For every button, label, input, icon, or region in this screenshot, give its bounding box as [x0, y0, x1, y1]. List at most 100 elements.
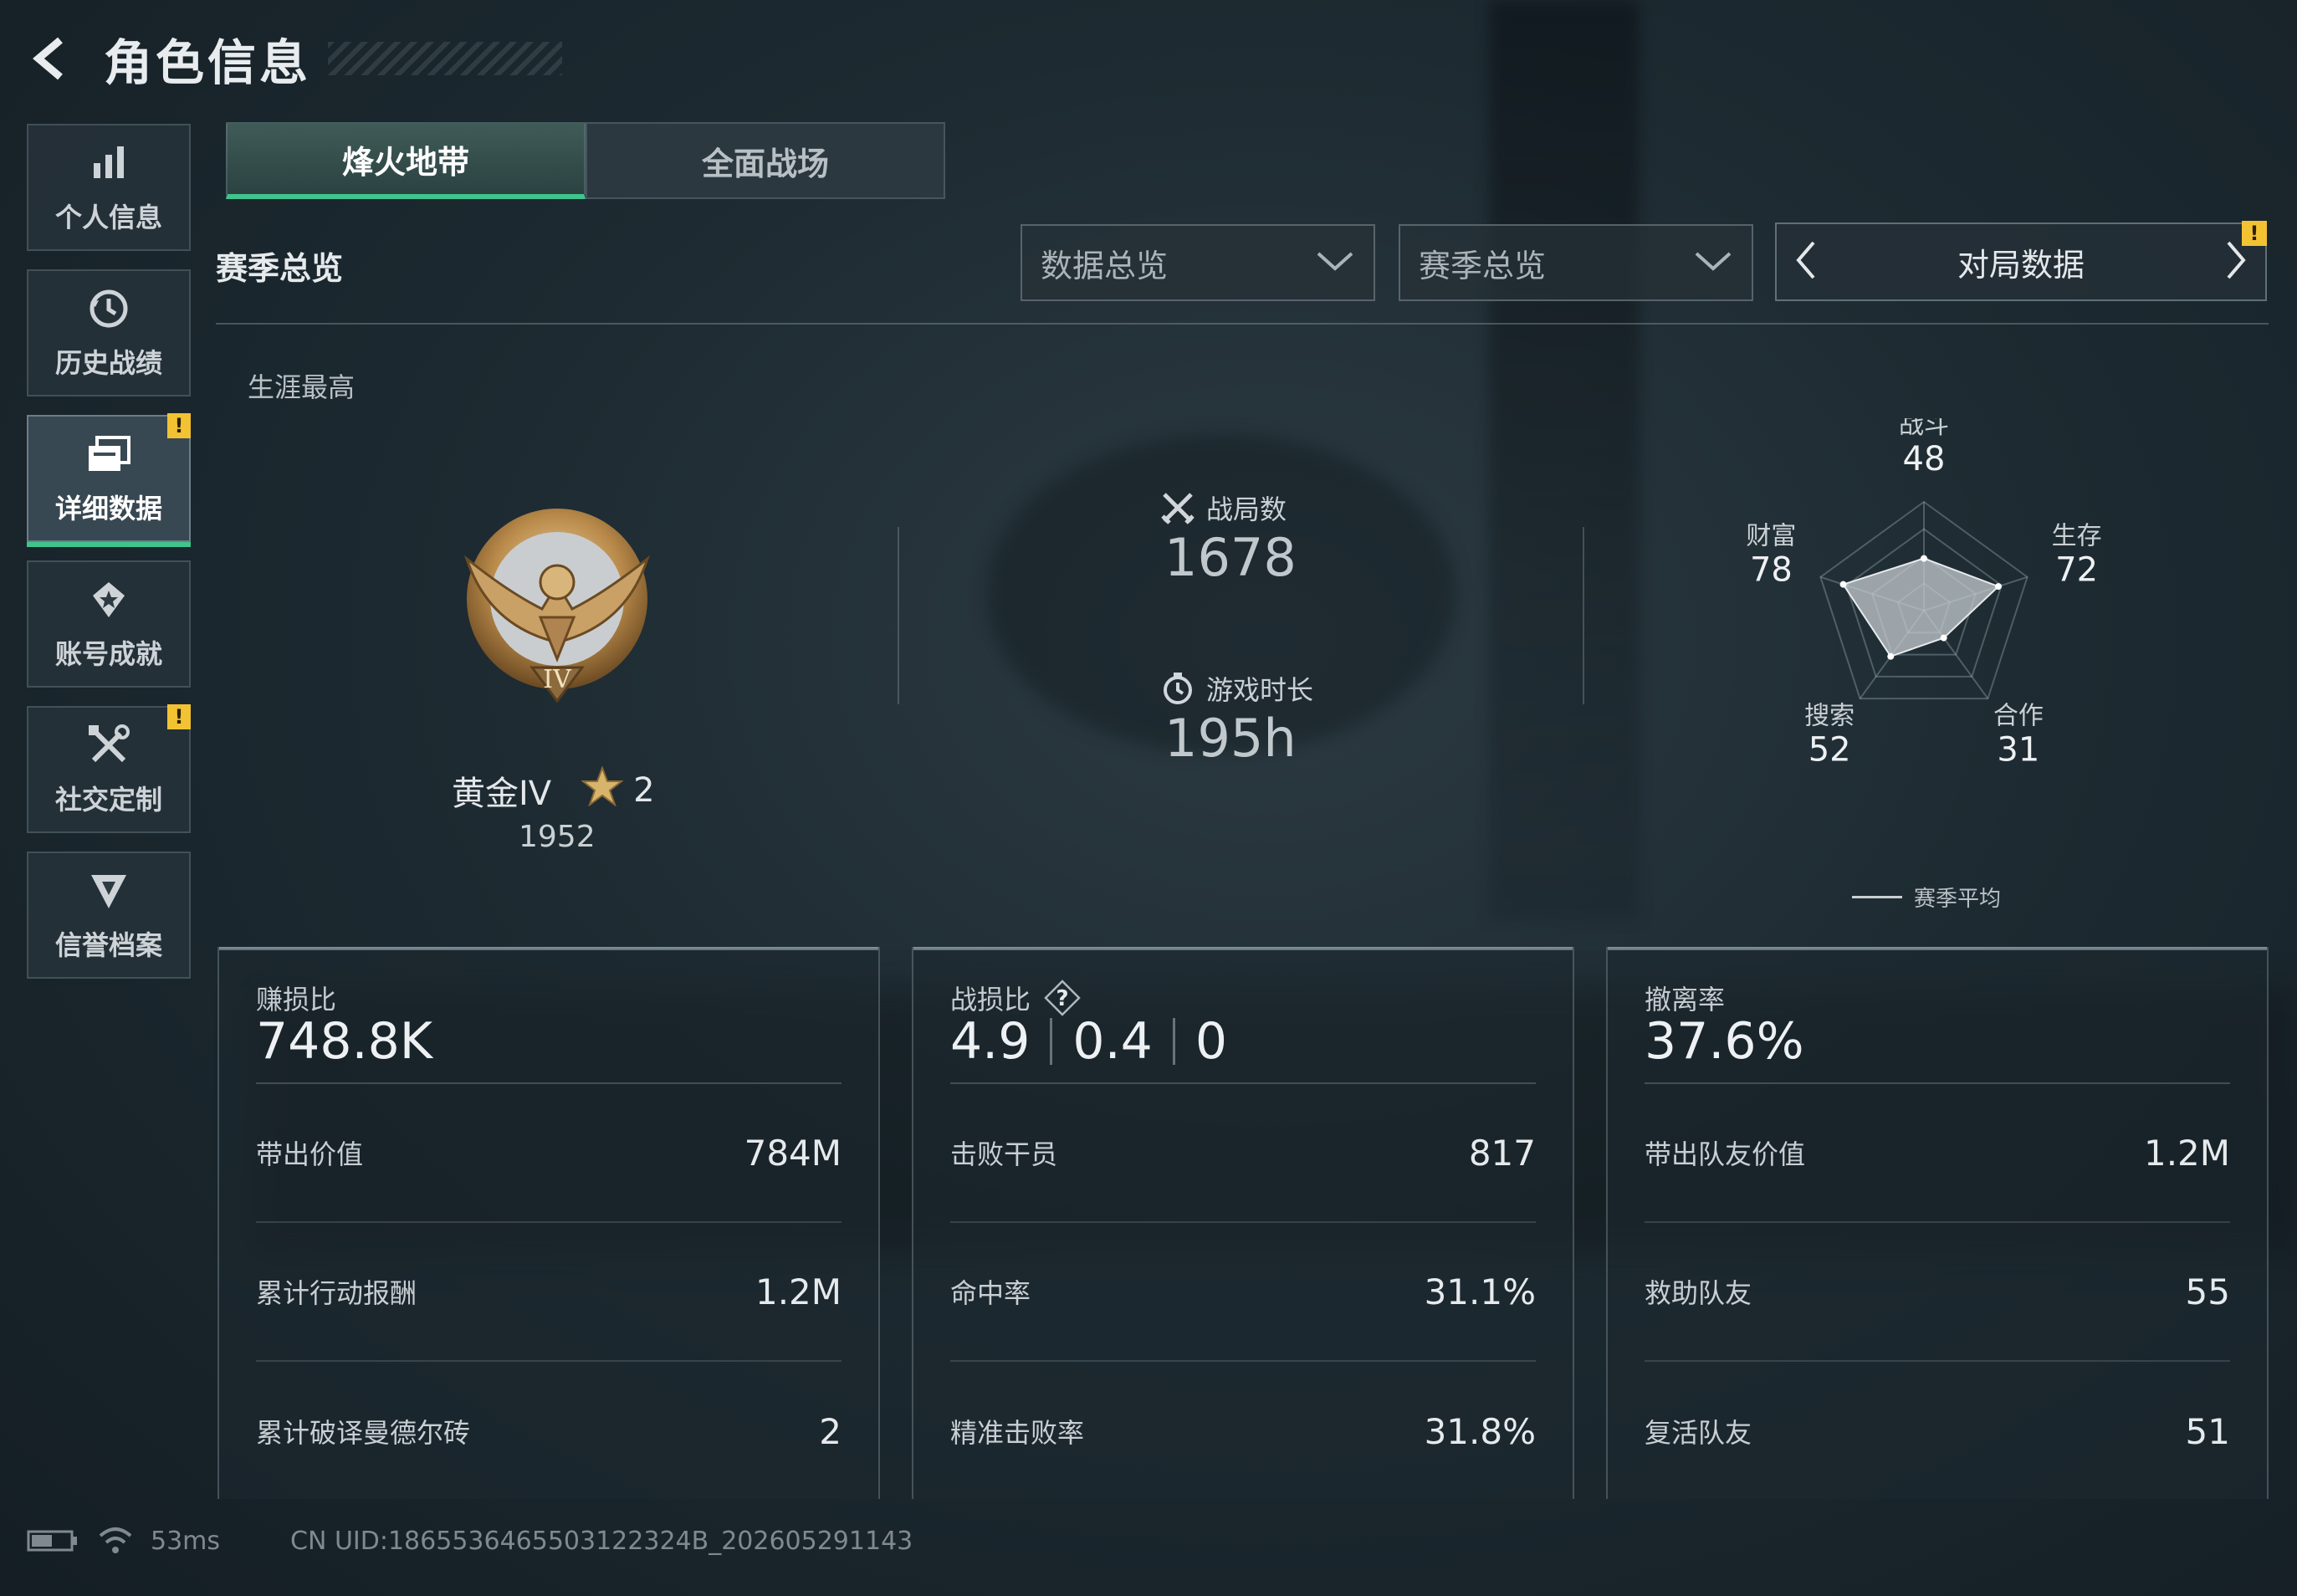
kd-value: 4.9 [950, 1012, 1031, 1071]
nav-item-history[interactable]: 历史战绩 [27, 269, 191, 396]
stat-label: 累计行动报酬 [256, 1277, 417, 1309]
stat-row: 精准击败率 31.8% [950, 1362, 1536, 1501]
tools-icon [85, 722, 132, 769]
achievement-badge-icon [85, 576, 132, 623]
stat-label: 带出价值 [256, 1138, 364, 1170]
rank-points: 1952 [519, 820, 596, 854]
playtime-label: 游戏时长 [1206, 674, 1314, 706]
radar-data-point [1887, 652, 1895, 660]
nav-label: 详细数据 [54, 493, 162, 524]
match-data-label: 对局数据 [1957, 246, 2085, 284]
radar-axis-label: 战斗 [1899, 418, 1949, 440]
radar-axis-value: 52 [1808, 730, 1851, 769]
radar-legend: 赛季平均 [1852, 882, 2001, 913]
nav-label: 历史战绩 [54, 347, 162, 379]
status-footer: 53ms CN UID:1865536465503122324B_2026052… [27, 1522, 913, 1559]
stat-value: 784M [744, 1132, 842, 1174]
stat-row: 救助队友 55 [1645, 1223, 2230, 1362]
crossed-swords-icon [1161, 491, 1195, 524]
ability-radar-chart: 战斗48 生存72 合作31 搜索52 财富78 [1746, 418, 2102, 769]
radar-data-point [1995, 583, 2003, 591]
nav-label: 个人信息 [54, 202, 162, 233]
nav-item-detailed-data[interactable]: 详细数据 ! [27, 413, 191, 547]
radar-data-point [1921, 555, 1927, 562]
chevron-right-icon[interactable] [2223, 239, 2248, 284]
wifi-icon [97, 1526, 134, 1556]
stat-row: 击败干员 817 [950, 1084, 1536, 1223]
season-overview-dropdown[interactable]: 赛季总览 [1399, 224, 1753, 301]
stat-label: 累计破译曼德尔砖 [256, 1417, 471, 1449]
stat-value: 51 [2185, 1410, 2230, 1452]
alert-badge: ! [167, 413, 191, 438]
alert-badge: ! [2242, 221, 2267, 246]
chevron-left-icon[interactable] [1793, 239, 1819, 284]
nav-item-personal-info[interactable]: 个人信息 [27, 124, 191, 251]
dropdown-value: 赛季总览 [1419, 247, 1547, 284]
stat-value: 817 [1468, 1132, 1536, 1174]
stat-card-kd-ratio: 战损比 ? 4.9 0.4 0 击败干员 817 命中率 31.1% 精准击败率… [912, 947, 1574, 1499]
player-uid: CN UID:1865536465503122324B_202605291143 [290, 1526, 913, 1556]
stat-value: 31.8% [1424, 1410, 1536, 1452]
kd-value: 0 [1195, 1012, 1228, 1071]
playtime-header: 游戏时长 [1161, 669, 1313, 708]
battles-label: 战局数 [1206, 494, 1287, 525]
detail-cards-icon [85, 431, 132, 478]
help-mark: ? [1056, 986, 1068, 1011]
nav-item-reputation[interactable]: 信誉档案 [27, 852, 191, 979]
rank-numeral: IV [543, 665, 572, 694]
stat-row: 累计行动报酬 1.2M [256, 1223, 842, 1362]
legend-line [1852, 896, 1902, 898]
chevron-down-icon [1315, 244, 1355, 281]
radar-axis-label: 合作 [1993, 701, 2044, 730]
radar-axis-label: 财富 [1746, 522, 1796, 551]
back-arrow-icon[interactable] [25, 32, 79, 85]
nav-label: 社交定制 [54, 784, 162, 816]
stat-row: 累计破译曼德尔砖 2 [256, 1362, 842, 1501]
stat-label: 命中率 [950, 1277, 1031, 1309]
stat-card-profit-loss: 赚损比 748.8K 带出价值 784M 累计行动报酬 1.2M 累计破译曼德尔… [217, 947, 880, 1499]
legend-label: 赛季平均 [1914, 887, 2002, 912]
stat-value: 1.2M [755, 1271, 842, 1312]
side-nav: 个人信息 历史战绩 详细数据 ! 账号成就 社交定制 ! 信誉档案 [27, 124, 191, 997]
radar-data-area [1842, 557, 2000, 657]
data-overview-dropdown[interactable]: 数据总览 [1021, 224, 1375, 301]
stat-value: 31.1% [1424, 1271, 1536, 1312]
stat-card-extraction-rate: 撤离率 37.6% 带出队友价值 1.2M 救助队友 55 复活队友 51 [1606, 947, 2269, 1499]
playtime-value: 195h [1164, 708, 1297, 769]
divider [1583, 527, 1584, 704]
nav-label: 信誉档案 [54, 929, 162, 961]
stat-value: 55 [2185, 1271, 2230, 1312]
stat-value: 1.2M [2143, 1132, 2230, 1174]
battles-value: 1678 [1164, 527, 1297, 588]
divider [898, 527, 899, 704]
kd-separator [1172, 1018, 1175, 1065]
rank-emblem: IV [458, 500, 656, 711]
match-data-selector: 对局数据 ! [1775, 221, 2267, 301]
radar-axis-label: 生存 [2052, 522, 2102, 551]
help-icon[interactable]: ? [1044, 980, 1081, 1016]
page-title: 角色信息 [104, 34, 312, 91]
nav-item-achievements[interactable]: 账号成就 [27, 560, 191, 688]
bar-chart-icon [85, 140, 132, 187]
tab-full-battlefield[interactable]: 全面战场 [586, 122, 945, 199]
stat-label: 带出队友价值 [1645, 1138, 1806, 1170]
tab-hazard-zone[interactable]: 烽火地带 [226, 122, 586, 199]
nav-label: 账号成就 [54, 638, 162, 670]
reputation-shield-icon [85, 867, 132, 914]
title-decoration [328, 42, 563, 75]
stat-row: 命中率 31.1% [950, 1223, 1536, 1362]
divider [216, 323, 2269, 325]
career-best-label: 生涯最高 [248, 371, 356, 403]
card-main-value: 748.8K [256, 1012, 433, 1071]
stat-row: 带出队友价值 1.2M [1645, 1084, 2230, 1223]
radar-axis-label: 搜索 [1804, 701, 1854, 730]
radar-data-point [1940, 634, 1947, 642]
card-main-value: 37.6% [1645, 1012, 1804, 1071]
rank-stars-count: 2 [633, 771, 655, 810]
rank-row: 黄金IV 2 [452, 765, 655, 815]
history-clock-icon [85, 285, 132, 332]
radar-data-point [1839, 581, 1847, 588]
stat-label: 复活队友 [1645, 1417, 1752, 1449]
nav-item-social-custom[interactable]: 社交定制 ! [27, 704, 191, 833]
dropdown-value: 数据总览 [1041, 247, 1169, 284]
